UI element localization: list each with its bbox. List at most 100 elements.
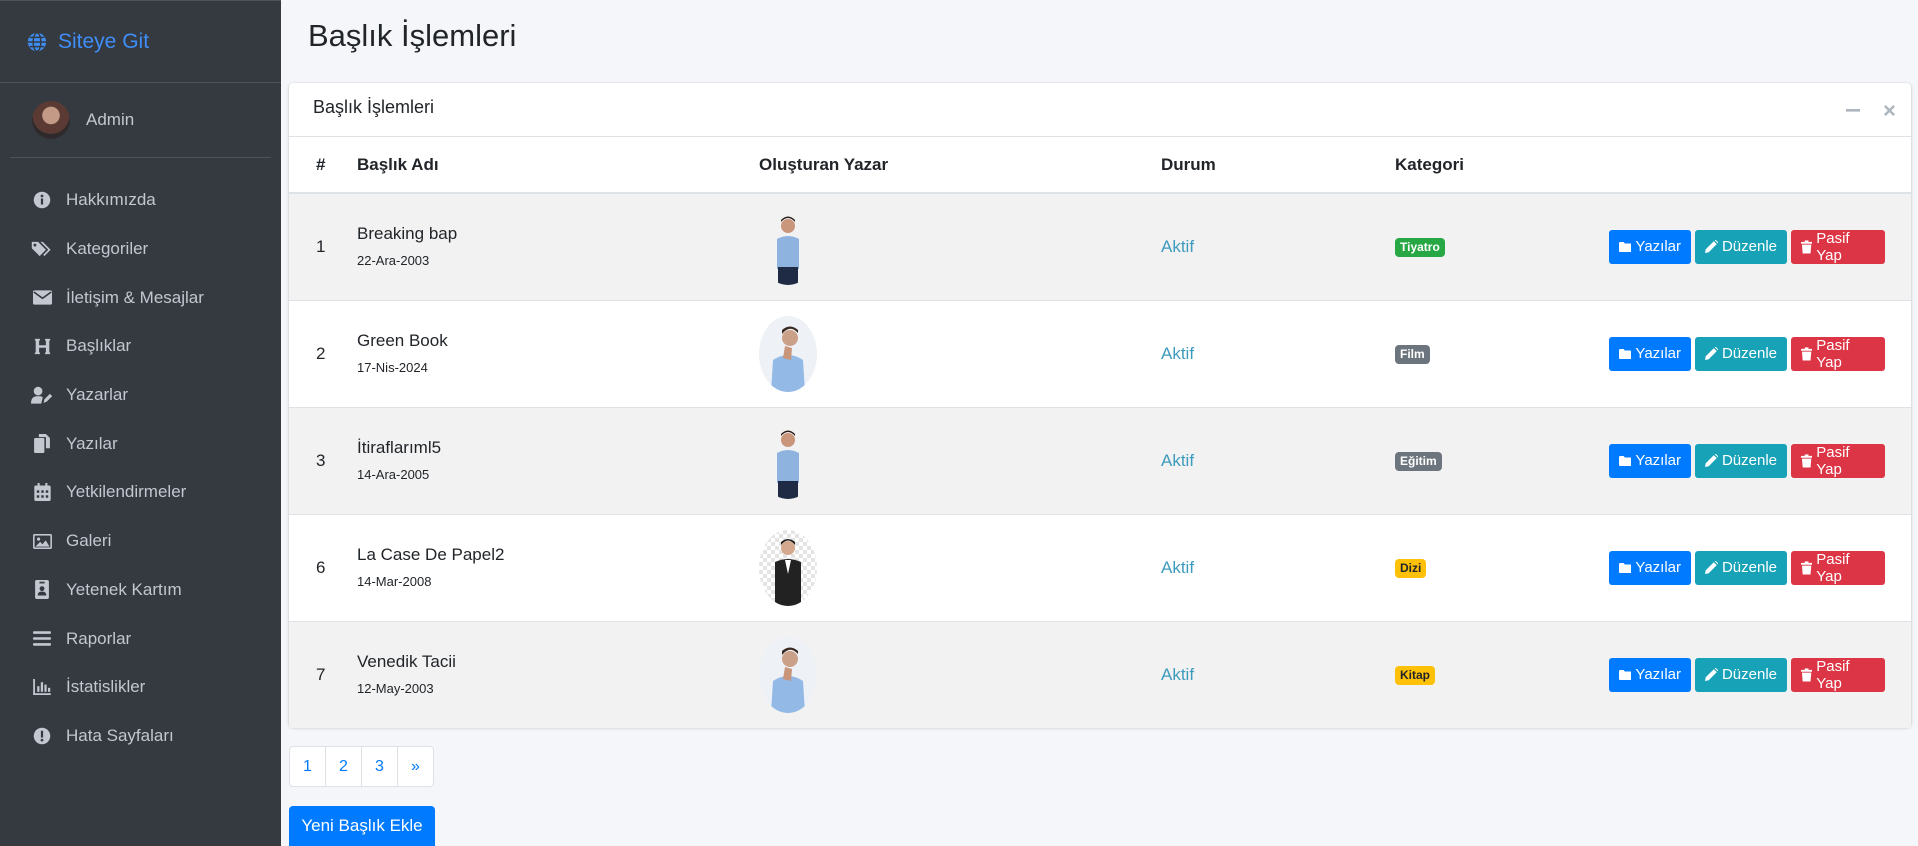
edit-button[interactable]: Düzenle [1695,657,1787,692]
deactivate-button[interactable]: Pasif Yap [1791,657,1885,692]
author-photo [759,529,817,606]
sidebar-item-yazarlar[interactable]: Yazarlar [0,371,281,420]
row-num: 7 [289,620,357,728]
sidebar-nav: Hakkımızda Kategoriler İletişim & Mesajl… [0,158,281,760]
deactivate-label: Pasif Yap [1816,443,1850,478]
posts-button[interactable]: Yazılar [1609,443,1691,478]
page-link-1[interactable]: 1 [289,746,326,787]
edit-button[interactable]: Düzenle [1695,336,1787,371]
posts-button[interactable]: Yazılar [1609,229,1691,264]
trash-icon [1801,668,1813,682]
sidebar-item-label: Yazarlar [66,385,129,405]
sidebar-item-basliklar[interactable]: Başlıklar [0,322,281,371]
deactivate-label: Pasif Yap [1816,657,1850,692]
card-tools [1845,103,1897,118]
avatar [32,101,70,139]
minus-icon[interactable] [1845,103,1861,118]
title-name: Green Book [357,330,448,350]
user-name: Admin [86,110,135,129]
pagination: 1 2 3 » [289,746,434,787]
titles-table: # Başlık Adı Oluşturan Yazar Durum Kateg… [289,137,1911,728]
pencil-icon [1705,240,1718,254]
table-row: 6 La Case De Papel2 14-Mar-2008 Aktif Di… [289,513,1911,621]
sidebar-item-label: Yetkilendirmeler [66,482,187,502]
sidebar-item-istatislikler[interactable]: İstatislikler [0,663,281,712]
status-link[interactable]: Aktif [1161,344,1194,364]
sidebar-item-hata-sayfalari[interactable]: Hata Sayfaları [0,712,281,761]
title-date: 14-Mar-2008 [357,573,432,589]
posts-button[interactable]: Yazılar [1609,657,1691,692]
chart-bar-icon [31,677,53,697]
sidebar-item-iletisim[interactable]: İletişim & Mesajlar [0,273,281,322]
sidebar-item-label: Yazılar [66,433,118,453]
deactivate-label: Pasif Yap [1816,229,1850,264]
pencil-icon [1705,668,1718,682]
id-badge-icon [31,580,53,600]
row-actions: Yazılar Düzenle Pasif Yap [1575,657,1911,692]
title-name: Venedik Tacii [357,651,456,671]
sidebar-item-label: Galeri [66,531,112,551]
posts-label: Yazılar [1635,452,1681,469]
envelope-icon [31,288,53,308]
trash-icon [1801,346,1813,361]
table-row: 1 Breaking bap 22-Ara-2003 Aktif Tiyatro… [289,192,1911,300]
table-row: 7 Venedik Tacii 12-May-2003 Aktif Kitap … [289,620,1911,728]
trash-icon [1801,560,1813,575]
folder-icon [1619,241,1632,252]
sidebar-item-label: İstatislikler [66,677,146,697]
author-photo [759,208,817,285]
sidebar: Siteye Git Admin Hakkımızda Kategoriler … [0,0,281,846]
deactivate-button[interactable]: Pasif Yap [1791,443,1885,478]
deactivate-label: Pasif Yap [1816,336,1850,371]
edit-button[interactable]: Düzenle [1695,443,1787,478]
sidebar-item-label: Hata Sayfaları [66,725,174,745]
globe-icon [27,31,47,52]
status-link[interactable]: Aktif [1161,558,1194,578]
sidebar-item-label: İletişim & Mesajlar [66,287,204,307]
close-icon[interactable] [1881,104,1897,118]
row-num: 6 [289,513,357,621]
title-name: İtiraflarıml5 [357,437,442,457]
posts-button[interactable]: Yazılar [1609,336,1691,371]
sidebar-item-yetkilendirmeler[interactable]: Yetkilendirmeler [0,468,281,517]
posts-label: Yazılar [1635,666,1681,684]
deactivate-button[interactable]: Pasif Yap [1791,229,1885,264]
title-date: 14-Ara-2005 [357,466,430,482]
deactivate-button[interactable]: Pasif Yap [1791,550,1885,585]
status-link[interactable]: Aktif [1161,451,1194,471]
add-title-button[interactable]: Yeni Başlık Ekle [289,806,435,846]
author-photo [759,422,817,499]
sidebar-item-galeri[interactable]: Galeri [0,517,281,566]
edit-button[interactable]: Düzenle [1695,550,1787,585]
page-link-2[interactable]: 2 [325,746,362,787]
category-badge: Kitap [1395,666,1435,686]
sidebar-item-yazilar[interactable]: Yazılar [0,419,281,468]
page-link-3[interactable]: 3 [361,746,398,787]
folder-icon [1619,348,1632,359]
trash-icon [1801,240,1813,254]
status-link[interactable]: Aktif [1161,237,1194,257]
table-header-row: # Başlık Adı Oluşturan Yazar Durum Kateg… [289,137,1911,194]
column-header-title: Başlık Adı [357,137,759,194]
page-title: Başlık İşlemleri [308,18,517,53]
pencil-icon [1705,454,1718,467]
posts-button[interactable]: Yazılar [1609,550,1691,585]
column-header-status: Durum [1161,137,1395,194]
page-link-next[interactable]: » [397,746,434,787]
row-actions: Yazılar Düzenle Pasif Yap [1575,550,1911,585]
sidebar-item-hakkimizda[interactable]: Hakkımızda [0,176,281,225]
image-icon [31,531,53,551]
status-link[interactable]: Aktif [1161,665,1194,685]
heading-icon [31,336,53,356]
deactivate-button[interactable]: Pasif Yap [1791,336,1885,371]
column-header-category: Kategori [1395,137,1575,194]
edit-button[interactable]: Düzenle [1695,229,1787,264]
deactivate-label: Pasif Yap [1816,550,1850,585]
sidebar-item-yetenek-kartim[interactable]: Yetenek Kartım [0,566,281,615]
sidebar-item-label: Raporlar [66,628,132,648]
sidebar-item-kategoriler[interactable]: Kategoriler [0,225,281,274]
user-edit-icon [31,385,53,405]
sidebar-item-raporlar[interactable]: Raporlar [0,614,281,663]
brand-link[interactable]: Siteye Git [0,1,281,83]
user-panel[interactable]: Admin [10,83,271,158]
